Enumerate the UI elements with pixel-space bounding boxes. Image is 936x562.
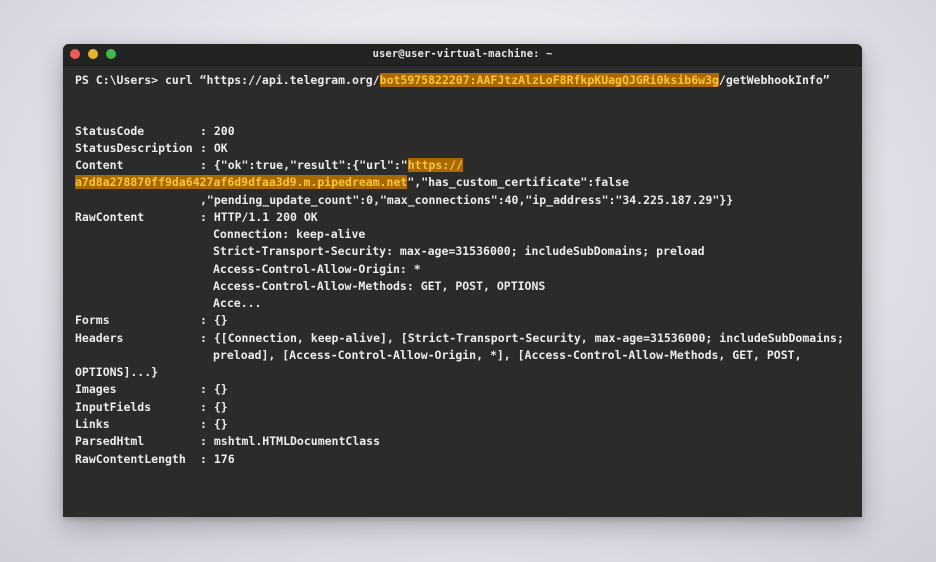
forms-value: : {}	[200, 313, 228, 327]
raw-content-line: Access-Control-Allow-Origin: *	[213, 262, 421, 276]
raw-content-line: Connection: keep-alive	[213, 227, 366, 241]
headers-value-line1: : {[Connection, keep-alive], [Strict-Tra…	[200, 331, 844, 345]
command-prompt: PS C:\Users> curl “https://api.telegram.…	[75, 73, 380, 87]
terminal-window: user@user-virtual-machine: ~ PS C:\Users…	[63, 44, 862, 517]
title-bar[interactable]: user@user-virtual-machine: ~	[63, 44, 862, 66]
parsedhtml-value: : mshtml.HTMLDocumentClass	[200, 434, 381, 448]
links-key: Links	[75, 417, 110, 431]
headers-value-line2: preload], [Access-Control-Allow-Origin, …	[213, 348, 802, 362]
status-code-value: : 200	[200, 124, 235, 138]
content-value-line2: a7d8a278870ff9da6427af6d9dfaa3d9.m.piped…	[75, 175, 629, 189]
raw-content-key: RawContent	[75, 210, 145, 224]
raw-content-length-key: RawContentLength	[75, 452, 186, 466]
content-line2-rest: ","has_custom_certificate":false	[407, 175, 629, 189]
webhook-url-highlight-1: https://	[407, 158, 464, 172]
status-description-key: StatusDescription	[75, 141, 193, 155]
headers-value-line3: OPTIONS]...}	[75, 365, 159, 379]
status-code-key: StatusCode	[75, 124, 145, 138]
forms-key: Forms	[75, 313, 110, 327]
raw-content-line: Access-Control-Allow-Methods: GET, POST,…	[213, 279, 546, 293]
raw-content-line: Acce...	[213, 296, 262, 310]
content-value-line3: ,"pending_update_count":0,"max_connectio…	[200, 193, 734, 207]
raw-content-value: : HTTP/1.1 200 OK	[200, 210, 318, 224]
command-line: PS C:\Users> curl “https://api.telegram.…	[75, 73, 830, 87]
content-prefix: : {"ok":true,"result":{"url":"	[200, 158, 408, 172]
webhook-url-highlight-2: a7d8a278870ff9da6427af6d9dfaa3d9.m.piped…	[75, 175, 408, 189]
images-key: Images	[75, 382, 117, 396]
inputfields-key: InputFields	[75, 400, 152, 414]
window-title: user@user-virtual-machine: ~	[372, 48, 553, 60]
status-description-value: : OK	[200, 141, 228, 155]
images-value: : {}	[200, 382, 228, 396]
raw-content-line: Strict-Transport-Security: max-age=31536…	[213, 244, 705, 258]
parsedhtml-key: ParsedHtml	[75, 434, 145, 448]
bot-token-highlight: bot5975822207:AAFJtzAlzLoF8RfkpKUagQJGRi…	[379, 73, 719, 87]
raw-content-length-value: : 176	[200, 452, 235, 466]
links-value: : {}	[200, 417, 228, 431]
inputfields-value: : {}	[200, 400, 228, 414]
content-value-line1: : {"ok":true,"result":{"url":"https://	[200, 158, 464, 172]
content-key: Content	[75, 158, 124, 172]
headers-key: Headers	[75, 331, 124, 345]
command-suffix: /getWebhookInfo”	[718, 73, 830, 87]
